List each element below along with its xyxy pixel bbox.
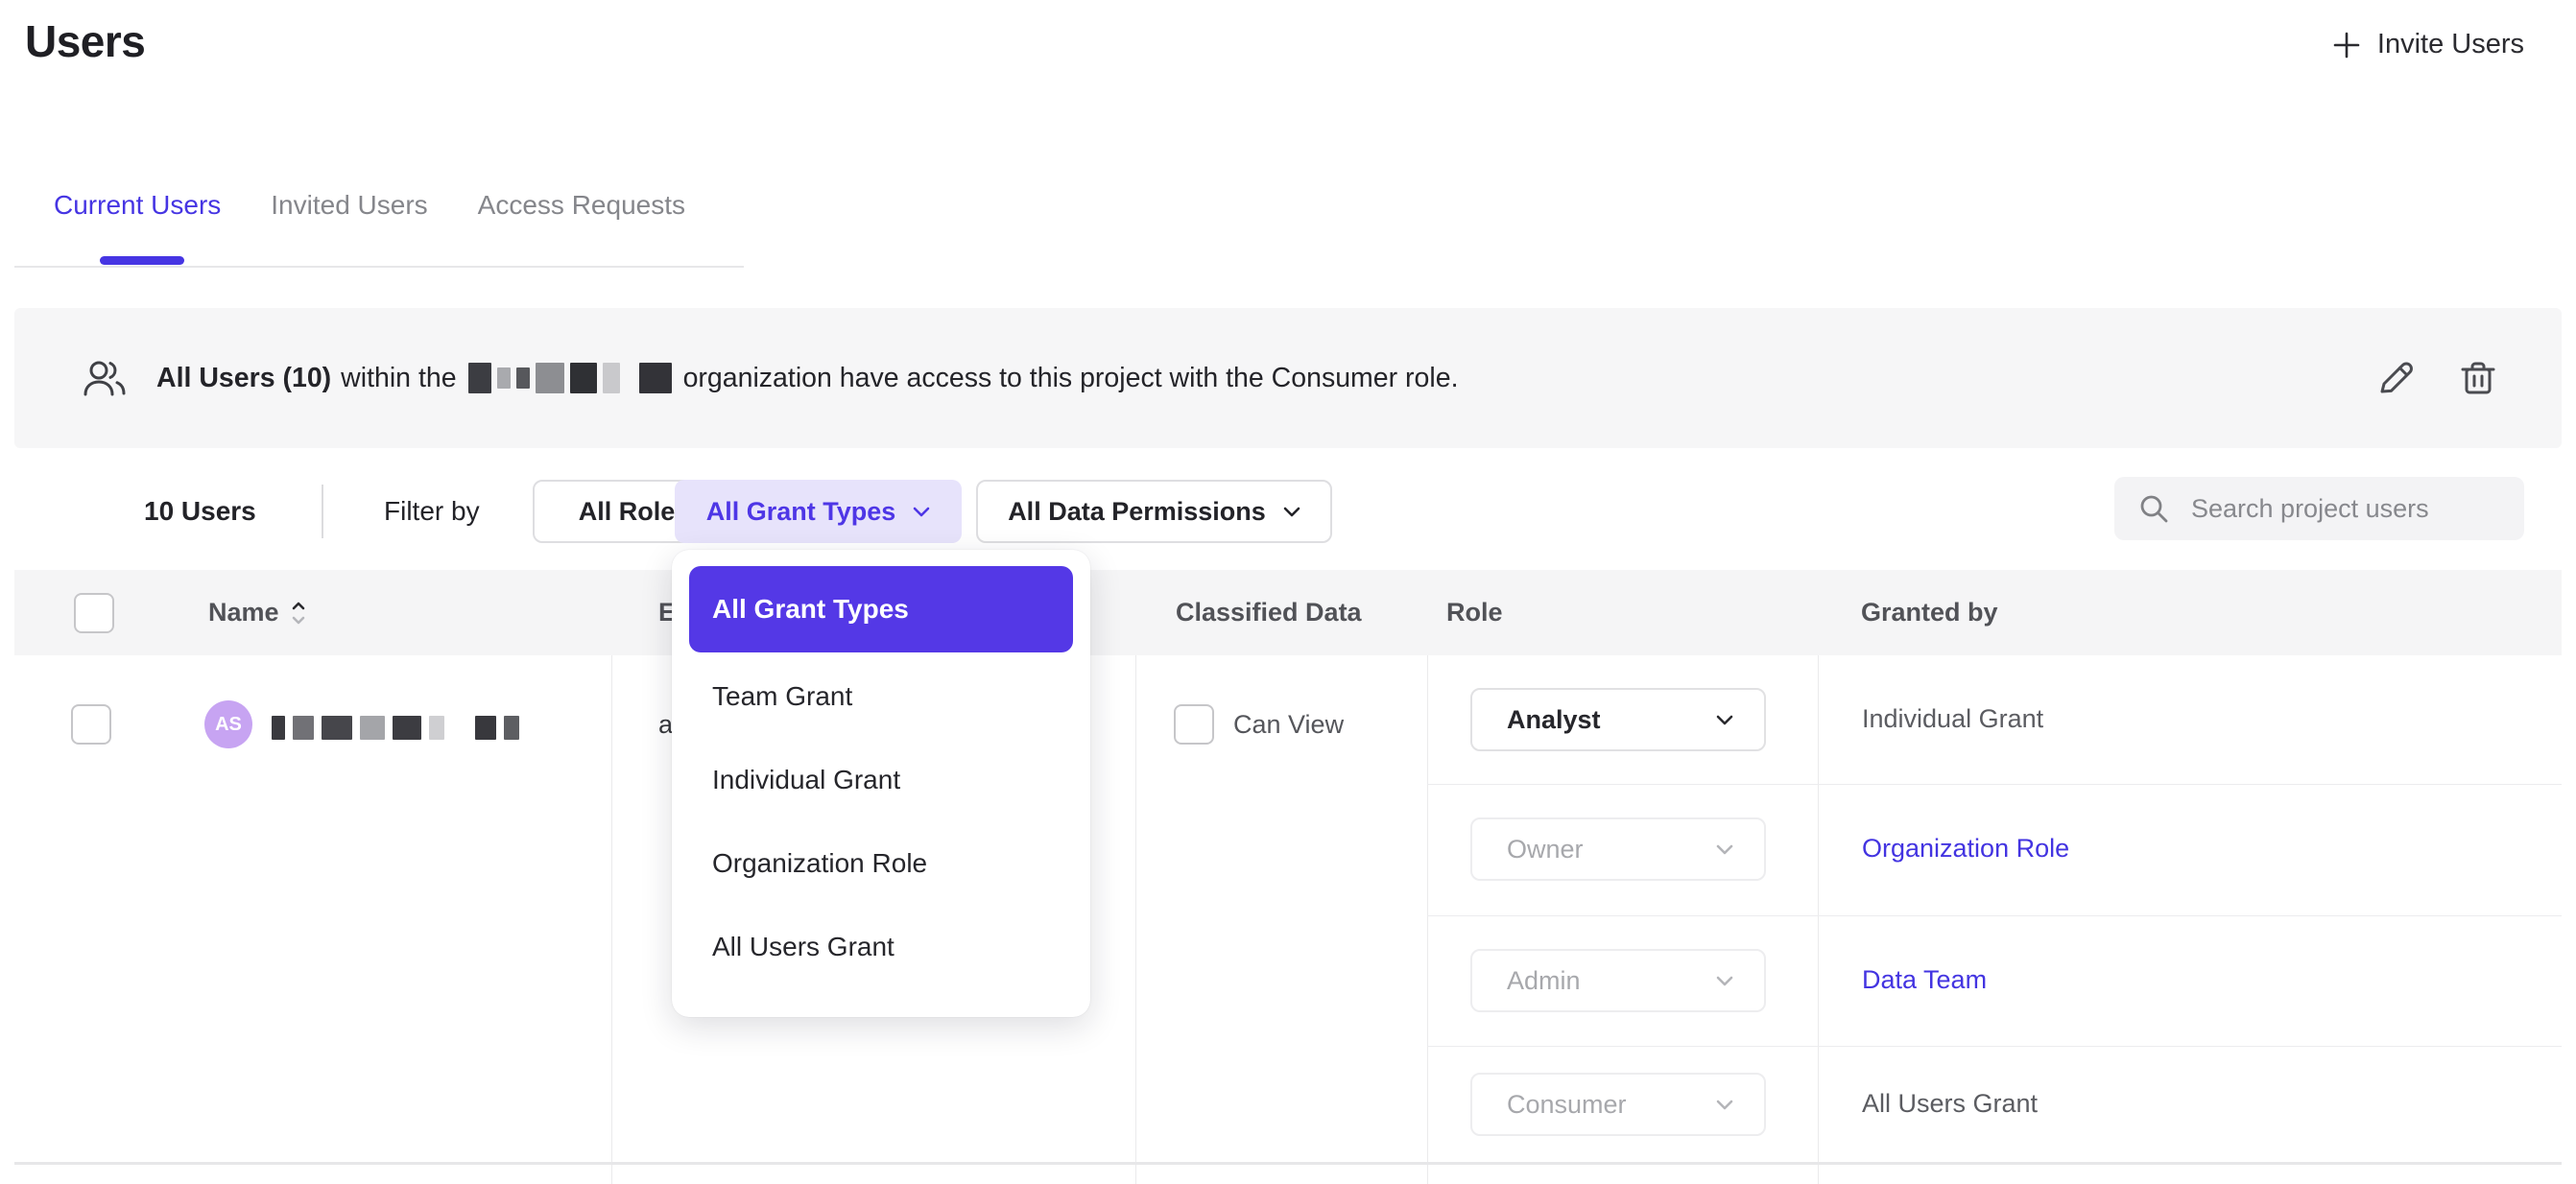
- all-grant-types-label: All Grant Types: [706, 497, 896, 527]
- classified-data-cell: Can View: [1174, 704, 1344, 745]
- column-header-classified-data: Classified Data: [1176, 570, 1362, 655]
- banner-bold-segment: All Users (10): [156, 363, 331, 394]
- invite-users-label: Invite Users: [2377, 29, 2524, 60]
- users-page: Users Invite Users Current Users Invited…: [0, 0, 2576, 1184]
- column-header-granted-by: Granted by: [1861, 570, 1998, 655]
- tab-bar-divider: [14, 266, 744, 268]
- granted-by-header-label: Granted by: [1861, 598, 1998, 628]
- column-divider: [1818, 655, 1819, 1184]
- users-count: 10 Users: [144, 496, 256, 527]
- search-icon: [2137, 492, 2170, 525]
- avatar-initials: AS: [215, 714, 242, 736]
- banner-actions: [2372, 354, 2502, 402]
- dropdown-item-all-users-grant[interactable]: All Users Grant: [689, 905, 1073, 988]
- role-select-admin: Admin: [1470, 949, 1766, 1012]
- avatar: AS: [204, 700, 252, 748]
- filter-by-label: Filter by: [384, 496, 480, 527]
- redacted-org-name: [468, 363, 672, 393]
- plus-icon: [2331, 30, 2362, 60]
- banner-text: All Users (10) within the organization h…: [156, 363, 1459, 394]
- dropdown-item-team-grant[interactable]: Team Grant: [689, 654, 1073, 738]
- tab-bar: Current Users Invited Users Access Reque…: [54, 190, 685, 221]
- tab-current-users[interactable]: Current Users: [54, 190, 221, 221]
- banner-rest-segment: organization have access to this project…: [683, 363, 1459, 394]
- dropdown-item-organization-role[interactable]: Organization Role: [689, 821, 1073, 905]
- page-title: Users: [25, 15, 145, 67]
- column-header-role: Role: [1446, 570, 1503, 655]
- select-all-checkbox[interactable]: [74, 593, 114, 633]
- all-data-permissions-filter[interactable]: All Data Permissions: [976, 480, 1332, 543]
- column-divider: [1135, 655, 1136, 1184]
- can-view-label: Can View: [1233, 710, 1344, 740]
- table-header: Name Email Classified Data Role Granted …: [14, 570, 2562, 655]
- tab-access-requests[interactable]: Access Requests: [478, 190, 685, 221]
- chevron-down-icon: [1283, 507, 1300, 517]
- chevron-down-icon: [1716, 844, 1733, 855]
- invite-users-button[interactable]: Invite Users: [2331, 29, 2524, 60]
- filter-divider: [322, 485, 323, 538]
- chevron-down-icon: [1716, 1100, 1733, 1110]
- granted-by-individual-grant: Individual Grant: [1862, 704, 2043, 734]
- dropdown-item-all-grant-types[interactable]: All Grant Types: [689, 566, 1073, 652]
- sort-arrows-icon: [291, 601, 306, 626]
- delete-all-users-grant-button[interactable]: [2454, 354, 2502, 402]
- grant-row-divider: [1427, 784, 2562, 785]
- role-select-analyst[interactable]: Analyst: [1470, 688, 1766, 751]
- all-roles-label: All Roles: [579, 497, 690, 527]
- name-header-label: Name: [208, 598, 279, 628]
- all-data-permissions-label: All Data Permissions: [1008, 497, 1266, 527]
- trash-icon: [2458, 358, 2498, 398]
- grant-row-divider: [1427, 1046, 2562, 1047]
- redacted-user-name: [272, 716, 519, 740]
- role-header-label: Role: [1446, 598, 1503, 628]
- can-view-checkbox[interactable]: [1174, 704, 1214, 745]
- search-project-users-input[interactable]: [2191, 494, 2531, 524]
- role-select-consumer: Consumer: [1470, 1073, 1766, 1136]
- role-select-value: Owner: [1507, 835, 1584, 864]
- chevron-down-icon: [1716, 976, 1733, 986]
- users-group-icon: [82, 358, 128, 398]
- granted-by-data-team-link[interactable]: Data Team: [1862, 965, 1987, 995]
- pencil-icon: [2375, 358, 2416, 398]
- all-grant-types-filter[interactable]: All Grant Types: [675, 480, 962, 543]
- all-users-banner: All Users (10) within the organization h…: [14, 308, 2562, 448]
- user-row-divider: [14, 1162, 2562, 1165]
- active-tab-indicator: [100, 256, 184, 265]
- dropdown-item-individual-grant[interactable]: Individual Grant: [689, 738, 1073, 821]
- role-select-owner: Owner: [1470, 817, 1766, 881]
- edit-all-users-grant-button[interactable]: [2372, 354, 2420, 402]
- role-select-value: Admin: [1507, 966, 1581, 996]
- grant-types-dropdown-menu: All Grant Types Team Grant Individual Gr…: [672, 550, 1090, 1017]
- role-select-value: Analyst: [1507, 705, 1601, 735]
- search-box: [2114, 477, 2524, 540]
- column-header-name[interactable]: Name: [208, 570, 306, 655]
- banner-mid-segment: within the: [341, 363, 456, 394]
- chevron-down-icon: [1716, 715, 1733, 725]
- row-select-checkbox[interactable]: [71, 704, 111, 745]
- granted-by-organization-role-link[interactable]: Organization Role: [1862, 834, 2069, 864]
- grant-row-divider: [1427, 915, 2562, 916]
- tab-invited-users[interactable]: Invited Users: [271, 190, 427, 221]
- chevron-down-icon: [913, 507, 930, 517]
- classified-header-label: Classified Data: [1176, 598, 1362, 628]
- granted-by-all-users-grant: All Users Grant: [1862, 1089, 2038, 1119]
- role-select-value: Consumer: [1507, 1090, 1627, 1120]
- column-divider: [1427, 655, 1428, 1184]
- column-divider: [611, 655, 612, 1184]
- user-email: a: [658, 710, 673, 740]
